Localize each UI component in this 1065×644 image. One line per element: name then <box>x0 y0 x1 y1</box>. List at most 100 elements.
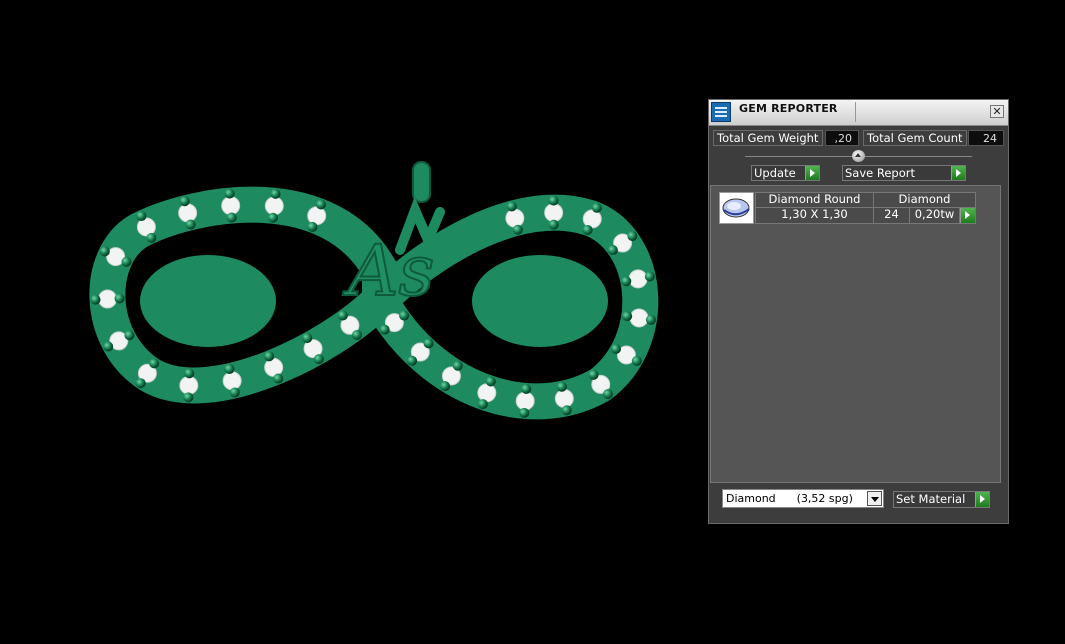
prong-bead <box>114 293 125 304</box>
prong-bead <box>90 294 101 305</box>
prong-bead <box>423 338 434 349</box>
diamond-stone <box>515 391 535 411</box>
update-label: Update <box>754 166 796 180</box>
prong-bead <box>268 212 279 223</box>
prong-bead <box>273 373 284 384</box>
close-icon[interactable]: ✕ <box>990 105 1004 118</box>
prong-bead <box>313 354 324 365</box>
prong-bead <box>264 351 275 362</box>
prong-bead <box>302 333 313 344</box>
prong-bead <box>136 211 147 222</box>
prong-bead <box>121 256 132 267</box>
prong-bead <box>270 188 281 199</box>
prong-bead <box>645 314 656 325</box>
prong-bead <box>627 231 638 242</box>
prong-bead <box>185 219 196 230</box>
material-select[interactable]: Diamond (3,52 spg) <box>722 489 884 508</box>
prong-bead <box>519 407 530 418</box>
prong-bead <box>440 381 451 392</box>
prong-bead <box>591 202 602 213</box>
panel-titlebar[interactable]: GEM REPORTER ✕ <box>709 100 1008 126</box>
left-plate <box>140 255 276 347</box>
total-gem-count-value: 24 <box>968 130 1004 146</box>
prong-bead <box>307 221 318 232</box>
3d-viewport[interactable]: As <box>0 0 705 644</box>
pendant-bail <box>412 161 431 203</box>
prong-bead <box>183 392 194 403</box>
prong-bead <box>602 389 613 400</box>
play-arrow-icon <box>805 166 819 180</box>
prong-bead <box>631 355 642 366</box>
diamond-stone <box>505 208 525 228</box>
prong-bead <box>146 232 157 243</box>
update-button[interactable]: Update <box>751 165 820 181</box>
prong-bead <box>149 358 160 369</box>
diamond-stone <box>554 389 574 409</box>
report-header-shape: Diamond Round <box>755 192 874 208</box>
prong-bead <box>379 324 390 335</box>
prong-bead <box>103 341 114 352</box>
prong-bead <box>561 405 572 416</box>
report-row-select-button[interactable] <box>959 207 976 224</box>
prong-bead <box>548 195 559 206</box>
prong-bead <box>621 276 632 287</box>
diamond-stone <box>264 357 284 377</box>
prong-bead <box>337 310 348 321</box>
prong-bead <box>477 399 488 410</box>
prong-bead <box>351 329 362 340</box>
prong-bead <box>399 310 410 321</box>
prong-bead <box>229 387 240 398</box>
infinity-pendant-model: As <box>89 161 659 420</box>
prong-bead <box>226 212 237 223</box>
play-arrow-icon <box>960 208 975 223</box>
diamond-stone <box>178 203 198 223</box>
prong-bead <box>179 196 190 207</box>
report-header-material: Diamond <box>873 192 976 208</box>
prong-bead <box>521 383 532 394</box>
prong-bead <box>622 311 633 322</box>
monogram-lettering: As <box>342 230 434 312</box>
diamond-stone <box>544 203 564 223</box>
diamond-stone <box>307 206 327 226</box>
gem-reporter-app-icon <box>711 102 731 122</box>
chevron-down-icon[interactable] <box>867 491 882 506</box>
prong-bead <box>315 199 326 210</box>
panel-title: GEM REPORTER <box>739 102 838 115</box>
report-cell-weight: 0,20tw <box>909 207 960 224</box>
prong-bead <box>644 271 655 282</box>
titlebar-divider <box>855 102 856 122</box>
save-report-label: Save Report <box>845 166 916 180</box>
prong-bead <box>184 368 195 379</box>
total-gem-weight-label: Total Gem Weight <box>713 130 823 146</box>
diamond-stone <box>264 196 284 216</box>
report-cell-count: 24 <box>873 207 910 224</box>
prong-bead <box>582 224 593 235</box>
prong-bead <box>607 245 618 256</box>
prong-bead <box>512 224 523 235</box>
right-plate <box>472 255 608 347</box>
prong-bead <box>224 188 235 199</box>
prong-bead <box>99 246 110 257</box>
report-cell-size: 1,30 X 1,30 <box>755 207 874 224</box>
play-arrow-icon <box>975 492 989 507</box>
prong-bead <box>506 201 517 212</box>
prong-bead <box>452 360 463 371</box>
prong-bead <box>124 330 135 341</box>
set-material-label: Set Material <box>896 492 966 506</box>
diamond-stone <box>179 375 199 395</box>
gem-report-list[interactable] <box>710 185 1001 483</box>
diamond-stone <box>222 371 242 391</box>
play-arrow-icon <box>951 166 965 180</box>
slider-handle[interactable] <box>852 150 865 162</box>
diamond-stone <box>628 269 648 289</box>
prong-bead <box>407 355 418 366</box>
prong-bead <box>556 381 567 392</box>
diamond-stone <box>221 196 241 216</box>
total-gem-weight-value: ,20 <box>825 130 859 146</box>
prong-bead <box>548 219 559 230</box>
material-select-value: Diamond (3,52 spg) <box>726 492 853 505</box>
save-report-button[interactable]: Save Report <box>842 165 966 181</box>
set-material-button[interactable]: Set Material <box>893 491 990 508</box>
prong-bead <box>485 376 496 387</box>
diamond-stone <box>582 209 602 229</box>
